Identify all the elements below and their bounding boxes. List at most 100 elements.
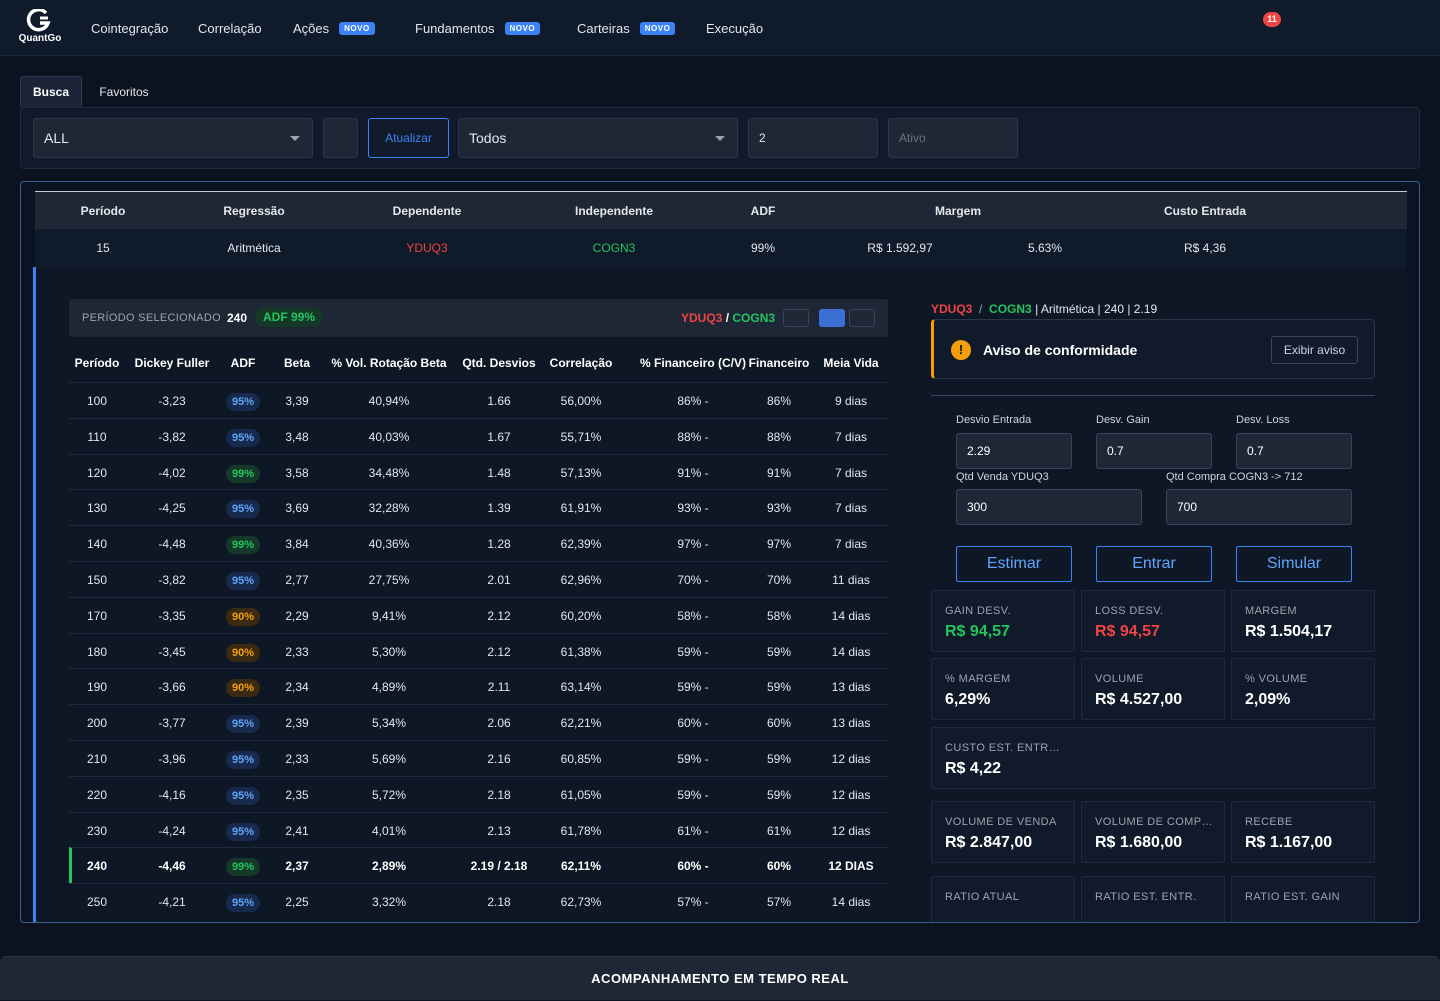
- trade-panel-title: YDUQ3 / COGN3 | Aritmética | 240 | 2.19: [931, 302, 1157, 316]
- period-cell: 2.16: [487, 752, 511, 766]
- col-periodo: Período: [80, 204, 126, 218]
- period-row[interactable]: 130 -4,25 95% 3,69 32,28% 1.39 61,91% 93% - 93% 7…: [69, 489, 888, 525]
- view-toggle-1[interactable]: [783, 309, 809, 327]
- period-cell: 2,33: [285, 752, 309, 766]
- period-cell: 97%: [766, 537, 792, 552]
- period-cell: 7 dias: [834, 429, 868, 444]
- col-dependente: Dependente: [392, 204, 462, 218]
- period-col-header[interactable]: Beta: [284, 345, 310, 382]
- period-row[interactable]: 170 -3,35 90% 2,29 9,41% 2.12 60,20% 58% - 58% 14…: [69, 596, 888, 633]
- adf-pill: 99%: [225, 858, 261, 877]
- period-col-header[interactable]: Qtd. Desvios: [462, 345, 535, 382]
- period-row[interactable]: 100 -3,23 95% 3,39 40,94% 1.66 56,00% 86% - 86% 9…: [69, 382, 888, 418]
- period-row[interactable]: 240 -4,46 99% 2,37 2,89% 2.19 / 2.18 62,11% 60%…: [69, 847, 888, 884]
- type-select[interactable]: Todos: [458, 118, 738, 158]
- period-cell: 40,94%: [368, 394, 410, 408]
- period-col-header[interactable]: ADF: [231, 345, 256, 382]
- period-cell: 9,41%: [371, 608, 407, 623]
- period-table: Período Dickey Fuller ADF Beta % Vol. Rotaçã…: [69, 345, 888, 922]
- period-row[interactable]: 140 -4,48 99% 3,84 40,36% 1.28 62,39% 97% - 97% 7…: [69, 525, 888, 561]
- period-row[interactable]: 180 -3,45 90% 2,33 5,30% 2.12 61,38% 59% - 59% 14…: [69, 632, 888, 669]
- period-cell: -4,25: [158, 501, 186, 516]
- period-row[interactable]: 230 -4,24 95% 2,41 4,01% 2.13 61,78% 61% - 61% 12…: [69, 811, 888, 848]
- period-cell: 61% -: [677, 823, 709, 838]
- type-select-value: Todos: [469, 130, 507, 146]
- view-toggle-3[interactable]: [849, 309, 875, 327]
- period-row[interactable]: 150 -3,82 95% 2,77 27,75% 2.01 62,96% 70% - 70% 1…: [69, 561, 888, 597]
- nav-item-fundamentos[interactable]: Fundamentos NOVO: [415, 0, 541, 56]
- period-col-header[interactable]: Correlação: [550, 345, 613, 382]
- period-cell: 88% -: [677, 429, 709, 444]
- desvio-entrada-input[interactable]: 2.29: [956, 433, 1072, 469]
- nav-item-correlacao[interactable]: Correlação: [198, 0, 262, 56]
- realtime-footer[interactable]: ACOMPANHAMENTO EM TEMPO REAL: [0, 956, 1440, 1000]
- period-col-header[interactable]: Período: [75, 345, 120, 382]
- period-cell: 61,05%: [560, 787, 602, 802]
- period-cell: 180: [86, 644, 108, 659]
- period-col-header[interactable]: Meia Vida: [823, 345, 878, 382]
- refresh-button[interactable]: Atualizar: [368, 118, 449, 158]
- logo[interactable]: QuantGo: [16, 9, 64, 45]
- period-cell: 61,91%: [560, 501, 602, 516]
- col-independente: Independente: [574, 204, 654, 218]
- show-notice-button[interactable]: Exibir aviso: [1271, 336, 1358, 364]
- nav-item-acoes[interactable]: Ações NOVO: [293, 0, 375, 56]
- period-cell: 2.01: [487, 573, 511, 587]
- period-row[interactable]: 120 -4,02 99% 3,58 34,48% 1.48 57,13% 91% - 91% 7…: [69, 453, 888, 490]
- period-cell: 59%: [766, 644, 792, 659]
- desv-loss-input[interactable]: 0.7: [1236, 433, 1352, 469]
- qtd-venda-input[interactable]: 300: [956, 489, 1142, 525]
- estimate-button[interactable]: Estimar: [956, 546, 1072, 582]
- period-cell: 62,21%: [560, 716, 602, 731]
- period-row[interactable]: 220 -4,16 95% 2,35 5,72% 2.18 61,05% 59% - 59% 12…: [69, 775, 888, 812]
- period-cell: 3,69: [285, 501, 309, 516]
- number-input-value: 2: [759, 131, 766, 145]
- view-toggle-2[interactable]: [819, 309, 845, 327]
- metric-card: % VOLUME 2,09%: [1231, 658, 1375, 720]
- period-cell: 2.19 / 2.18: [470, 859, 528, 874]
- period-cell: 2.12: [487, 608, 511, 623]
- period-col-header[interactable]: Dickey Fuller: [135, 345, 210, 382]
- period-row[interactable]: 210 -3,96 95% 2,33 5,69% 2.16 60,85% 59% - 59% 12…: [69, 740, 888, 776]
- metric-label: RATIO EST. GAIN: [1245, 891, 1341, 903]
- tab-busca[interactable]: Busca: [20, 76, 82, 107]
- period-cell: 2.13: [487, 823, 511, 838]
- desv-gain-input[interactable]: 0.7: [1096, 433, 1212, 469]
- period-cell: 3,58: [285, 465, 309, 480]
- period-col-header[interactable]: % Vol. Rotação Beta: [331, 345, 446, 382]
- pair-dependente: YDUQ3: [406, 241, 448, 255]
- period-cell: 61,38%: [560, 644, 602, 659]
- empty-toggle[interactable]: [323, 118, 358, 158]
- period-col-header[interactable]: Financeiro: [749, 345, 810, 382]
- pair-regressao: Aritmética: [227, 241, 281, 255]
- qtd-compra-input[interactable]: 700: [1166, 489, 1352, 525]
- notification-badge[interactable]: 11: [1263, 12, 1281, 27]
- period-cell: 9 dias: [834, 394, 868, 408]
- asset-input[interactable]: Ativo: [888, 118, 1018, 158]
- pair-row[interactable]: 15 Aritmética YDUQ3 COGN3 99% R$ 1.592,9…: [35, 229, 1407, 267]
- nav-item-carteiras[interactable]: Carteiras NOVO: [577, 0, 676, 56]
- sector-select[interactable]: ALL: [33, 118, 313, 158]
- number-input[interactable]: 2: [748, 118, 878, 158]
- period-cell: 7 dias: [834, 465, 868, 480]
- period-row[interactable]: 250 -4,21 95% 2,25 3,32% 2.18 62,73% 57% - 57% 14…: [69, 883, 888, 919]
- period-row[interactable]: 110 -3,82 95% 3,48 40,03% 1.67 55,71% 88% - 88% 7…: [69, 417, 888, 454]
- tab-favoritos[interactable]: Favoritos: [88, 76, 160, 107]
- period-col-header[interactable]: % Financeiro (C/V): [640, 345, 746, 382]
- period-row[interactable]: 190 -3,66 90% 2,34 4,89% 2.11 63,14% 59% - 59% 13…: [69, 668, 888, 704]
- period-cell: 70%: [766, 573, 792, 587]
- period-row[interactable]: 200 -3,77 95% 2,39 5,34% 2.06 62,21% 60% - 60% 13…: [69, 704, 888, 740]
- period-cell: 5,72%: [371, 787, 407, 802]
- period-cell: 61,78%: [560, 823, 602, 838]
- metric-label: VOLUME DE VENDA: [945, 816, 1057, 828]
- nav-item-execucao[interactable]: Execução: [706, 0, 763, 56]
- period-cell: 3,84: [285, 537, 309, 552]
- simulate-button[interactable]: Simular: [1236, 546, 1352, 582]
- qtd-compra-label: Qtd Compra COGN3 -> 712: [1166, 471, 1303, 483]
- adf-pill: 95%: [225, 822, 261, 841]
- enter-button[interactable]: Entrar: [1096, 546, 1212, 582]
- nav-item-cointegracao[interactable]: Cointegração: [91, 0, 168, 56]
- period-cell: 120: [86, 465, 108, 480]
- selected-period-bar: PERÍODO SELECIONADO 240 ADF 99% YDUQ3 / …: [69, 299, 888, 337]
- compliance-notice: ! Aviso de conformidade Exibir aviso: [931, 319, 1375, 379]
